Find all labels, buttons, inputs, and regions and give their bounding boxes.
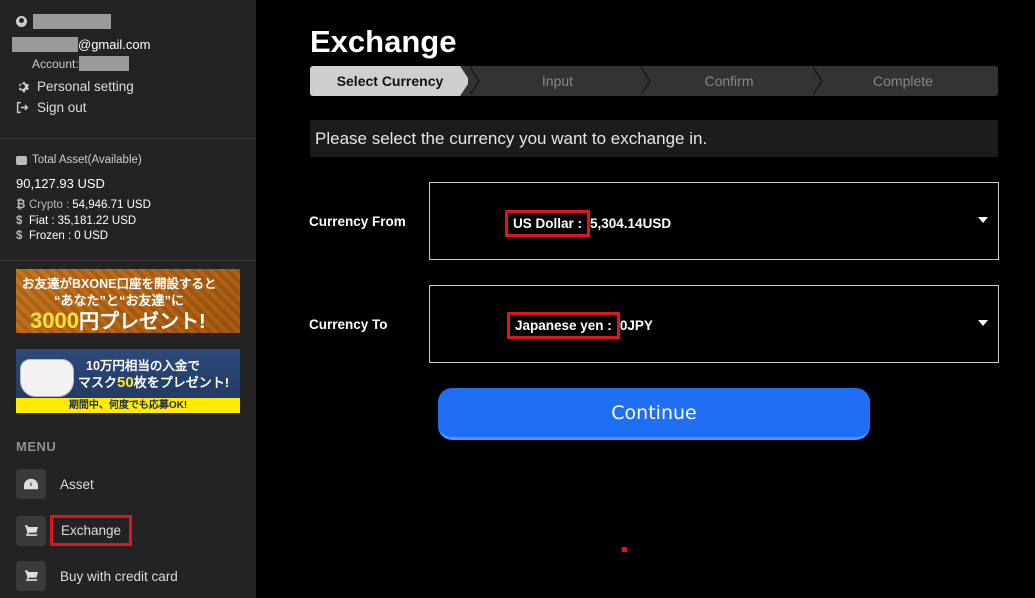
step-confirm: Confirm — [704, 73, 754, 89]
personal-setting-label: Personal setting — [37, 79, 134, 94]
dollar-icon: $ — [16, 215, 23, 227]
page-title: Exchange — [310, 24, 457, 59]
menu-title: MENU — [16, 439, 57, 454]
sign-out-label: Sign out — [37, 100, 87, 115]
personal-setting-link[interactable]: Personal setting — [16, 79, 134, 94]
crypto-value: 54,946.71 USD — [72, 199, 151, 211]
banner2-line3: 期間中、何度でも応募OK! — [16, 398, 240, 413]
sidebar: @gmail.com Account: Personal setting Sig… — [0, 0, 256, 598]
account-row: Account: — [32, 56, 129, 71]
bitcoin-icon: ₿ — [16, 199, 26, 211]
instruction-notice: Please select the currency you want to e… — [310, 120, 998, 157]
wallet-icon — [16, 155, 27, 165]
email-row: @gmail.com — [12, 37, 150, 52]
gear-icon — [18, 82, 29, 93]
banner1-rest: プレゼント! — [98, 311, 206, 333]
currency-to-amount: 0JPY — [619, 318, 653, 333]
chevron-down-icon — [978, 320, 988, 326]
redacted-email — [12, 37, 78, 52]
email-suffix: @gmail.com — [78, 37, 151, 52]
step-complete: Complete — [873, 73, 933, 89]
currency-from-value: US Dollar : 5,304.14USD — [505, 210, 671, 237]
currency-from-label: Currency From — [309, 214, 406, 229]
currency-to-select[interactable]: Japanese yen : 0JPY — [429, 285, 999, 363]
banner1-unit: 円 — [78, 311, 99, 333]
menu-item-buy-credit-card-label: Buy with credit card — [60, 568, 178, 584]
fiat-line: $ Fiat : 35,181.22 USD — [16, 215, 136, 227]
mask-image — [20, 359, 74, 397]
currency-to-label: Currency To — [309, 317, 388, 332]
redacted-account — [78, 56, 129, 71]
banner1-line3: 3000円プレゼント! — [30, 305, 206, 333]
banner2-line2-a: マスク — [78, 375, 118, 390]
cart-icon — [16, 561, 46, 591]
mask-campaign-banner[interactable]: 10万円相当の入金で マスク50枚をプレゼント! 期間中、何度でも応募OK! — [16, 349, 240, 413]
menu-item-buy-credit-card[interactable]: Buy with credit card — [16, 561, 178, 591]
banner1-amount: 3000 — [30, 308, 79, 333]
total-asset-value: 90,127.93 USD — [16, 176, 105, 191]
divider — [0, 138, 256, 139]
divider — [0, 260, 256, 261]
step-select-currency: Select Currency — [310, 66, 470, 96]
referral-banner[interactable]: お友達がBXONE口座を開設すると “あなた”と“お友達”に 3000円プレゼン… — [16, 269, 240, 333]
crypto-line: ₿ Crypto : 54,946.71 USD — [16, 199, 151, 211]
banner2-line2-c: 枚をプレゼント! — [133, 375, 230, 390]
dollar-icon: $ — [16, 230, 23, 242]
frozen-value: 0 USD — [74, 230, 109, 242]
banner2-line2: マスク50枚をプレゼント! — [78, 372, 229, 391]
account-label: Account: — [32, 56, 79, 71]
currency-to-name: Japanese yen : — [507, 312, 620, 339]
sign-out-icon — [16, 101, 29, 114]
currency-from-amount: 5,304.14USD — [590, 216, 672, 231]
currency-from-select[interactable]: US Dollar : 5,304.14USD — [429, 182, 999, 260]
currency-from-name: US Dollar : — [505, 210, 591, 237]
currency-to-value: Japanese yen : 0JPY — [507, 312, 653, 339]
menu-item-asset-label: Asset — [60, 476, 94, 492]
menu-item-exchange[interactable]: Exchange — [16, 515, 133, 546]
menu-item-asset[interactable]: Asset — [16, 469, 94, 499]
fiat-label: Fiat : — [29, 215, 55, 227]
chevron-down-icon — [978, 217, 988, 223]
fiat-value: 35,181.22 USD — [57, 215, 137, 227]
redacted-username — [33, 14, 111, 29]
continue-button[interactable]: Continue — [438, 388, 870, 440]
step-progress: Select Currency Input Confirm Complete — [310, 66, 998, 96]
crypto-label: Crypto : — [29, 199, 70, 211]
frozen-label: Frozen : — [29, 230, 72, 242]
banner2-line2-b: 50 — [117, 374, 134, 391]
total-asset-text: Total Asset(Available) — [32, 154, 142, 166]
dashboard-icon — [16, 469, 46, 499]
step-input: Input — [541, 73, 574, 89]
user-icon — [16, 16, 27, 27]
total-asset-label: Total Asset(Available) — [16, 154, 142, 166]
red-dot-marker — [622, 547, 627, 552]
menu-item-exchange-label: Exchange — [50, 515, 133, 546]
sign-out-link[interactable]: Sign out — [16, 100, 87, 115]
user-row — [16, 14, 111, 29]
frozen-line: $ Frozen : 0 USD — [16, 230, 108, 242]
main-content: Exchange Select Currency Input Confirm C… — [256, 0, 1035, 598]
cart-icon — [16, 515, 46, 546]
